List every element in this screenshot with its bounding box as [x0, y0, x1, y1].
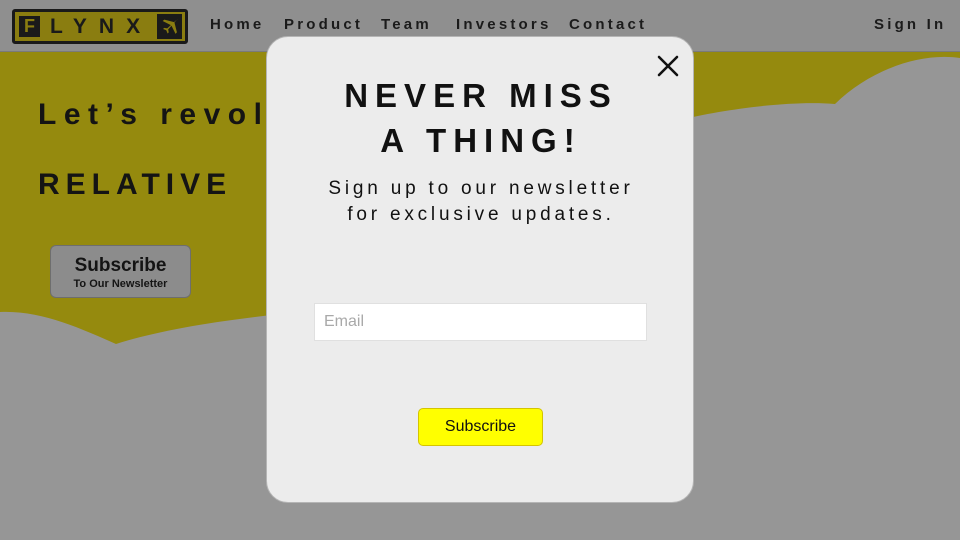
hero-subscribe-label: Subscribe: [74, 255, 167, 276]
nav-home[interactable]: Home: [210, 16, 264, 33]
modal-title: NEVER MISS A THING!: [267, 73, 695, 163]
nav-investors[interactable]: Investors: [456, 16, 552, 33]
nav-team[interactable]: Team: [381, 16, 432, 33]
modal-subtitle-line1: Sign up to our newsletter: [328, 178, 634, 199]
hero-subheadline: RELATIVE: [38, 168, 233, 201]
sign-in-link[interactable]: Sign In: [874, 16, 946, 33]
hero-subscribe-sublabel: To Our Newsletter: [73, 278, 168, 290]
nav-product[interactable]: Product: [284, 16, 363, 33]
newsletter-modal: NEVER MISS A THING! Sign up to our newsl…: [266, 36, 694, 503]
hero-headline: Let’s revol: [38, 98, 270, 131]
logo-text: LYNX: [50, 14, 153, 38]
modal-title-line1: NEVER MISS: [344, 77, 618, 114]
subscribe-button[interactable]: Subscribe: [418, 408, 543, 446]
modal-title-line2: A THING!: [380, 122, 582, 159]
brand-logo[interactable]: F LYNX: [12, 9, 188, 44]
email-field[interactable]: [314, 303, 647, 341]
airplane-icon: [157, 14, 182, 39]
nav-contact[interactable]: Contact: [569, 16, 647, 33]
modal-subtitle: Sign up to our newsletter for exclusive …: [267, 176, 695, 228]
modal-subtitle-line2: for exclusive updates.: [347, 204, 615, 225]
hero-subscribe-button[interactable]: Subscribe To Our Newsletter: [50, 245, 191, 298]
logo-initial: F: [19, 16, 40, 37]
